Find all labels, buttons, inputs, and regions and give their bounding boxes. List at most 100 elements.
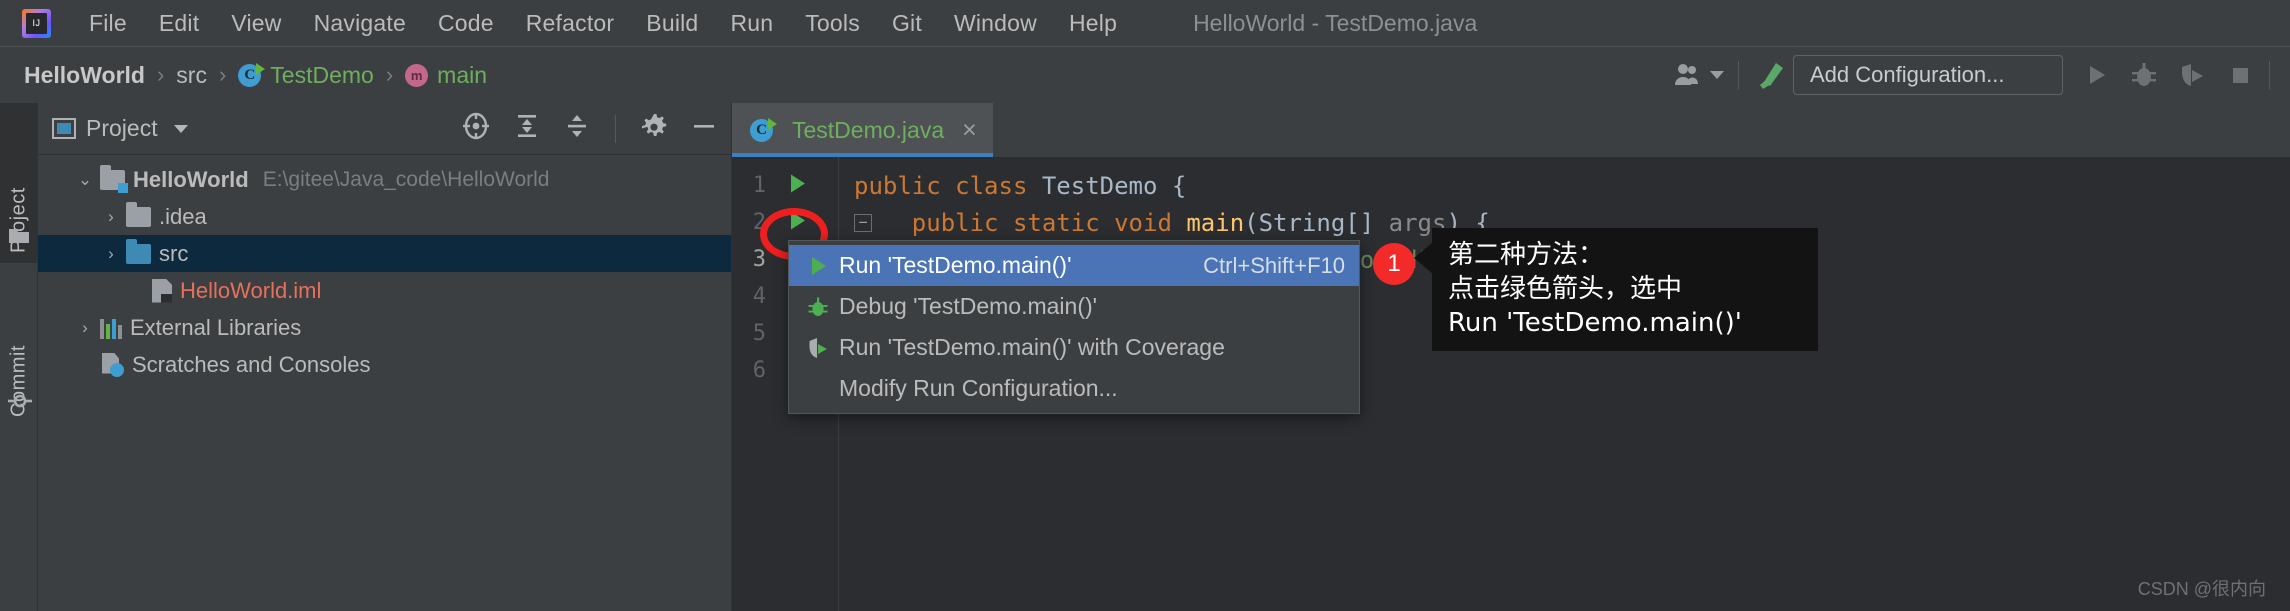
- gutter-line: 1: [732, 167, 840, 204]
- menu-git[interactable]: Git: [876, 8, 938, 39]
- menu-refactor[interactable]: Refactor: [510, 8, 631, 39]
- menu-file[interactable]: File: [73, 8, 143, 39]
- menu-navigate[interactable]: Navigate: [298, 8, 422, 39]
- menu-view[interactable]: View: [215, 8, 297, 39]
- debug-icon[interactable]: [2129, 60, 2159, 90]
- menu-build[interactable]: Build: [630, 8, 714, 39]
- tree-row[interactable]: › External Libraries: [38, 309, 732, 346]
- menu-code[interactable]: Code: [422, 8, 510, 39]
- breadcrumb-item-class[interactable]: C TestDemo: [238, 62, 374, 89]
- line-number: 3: [752, 247, 766, 272]
- menu-bar: IJ File Edit View Navigate Code Refactor…: [0, 0, 2290, 46]
- project-panel-title: Project: [86, 115, 158, 141]
- settings-gear-icon[interactable]: [640, 112, 668, 145]
- code-token: public: [854, 171, 956, 200]
- menu-help[interactable]: Help: [1053, 8, 1133, 39]
- menu-run[interactable]: Run: [714, 8, 789, 39]
- chevron-down-icon[interactable]: [173, 124, 188, 133]
- tree-item-label: External Libraries: [130, 314, 302, 340]
- run-arrow-glyph: [791, 174, 805, 192]
- close-icon[interactable]: ×: [962, 117, 977, 143]
- tree-item-label: HelloWorld.iml: [180, 277, 322, 303]
- tree-row[interactable]: › .idea: [38, 198, 732, 235]
- folder-glyph: [9, 229, 29, 243]
- code-line: public class TestDemo {: [840, 167, 2290, 204]
- stop-icon[interactable]: [2225, 60, 2255, 90]
- chevron-right-icon[interactable]: ›: [74, 317, 96, 339]
- chevron-right-icon[interactable]: ›: [100, 206, 122, 228]
- editor-tab-strip: C TestDemo.java ×: [732, 103, 2290, 157]
- expand-all-glyph: [518, 115, 536, 137]
- menu-window[interactable]: Window: [938, 8, 1053, 39]
- menu-tools[interactable]: Tools: [789, 8, 876, 39]
- left-tool-rail: Project Commit: [0, 103, 38, 611]
- add-configuration-label: Add Configuration...: [1810, 62, 2005, 87]
- run-gutter-icon[interactable]: [784, 207, 810, 238]
- bug-glyph: [808, 297, 828, 316]
- folder-icon: [126, 201, 151, 227]
- context-menu-item-coverage[interactable]: Run 'TestDemo.main()' with Coverage: [789, 327, 1359, 368]
- watermark: CSDN @很内向: [2137, 579, 2266, 599]
- add-configuration-button[interactable]: Add Configuration...: [1793, 55, 2063, 95]
- editor-tab-testdemo[interactable]: C TestDemo.java ×: [732, 103, 993, 157]
- menu-edit[interactable]: Edit: [143, 8, 215, 39]
- source-folder-icon: [126, 238, 151, 264]
- line-number: 4: [752, 284, 766, 309]
- scratch-clock: [110, 362, 124, 377]
- project-tool-window: Project ⌄ HelloWorld E:\gitee\Java_code\…: [38, 103, 732, 611]
- code-token: {: [1171, 171, 1187, 200]
- class-icon: C: [238, 62, 266, 87]
- window-title: HelloWorld - TestDemo.java: [1193, 9, 1478, 36]
- annotation-line-2: 点击绿色箭头，选中: [1448, 274, 1683, 304]
- run-icon: [803, 254, 833, 278]
- hide-panel-icon[interactable]: [690, 112, 718, 145]
- iml-file-icon: [152, 278, 172, 303]
- breadcrumb-item-src[interactable]: src: [176, 62, 207, 89]
- collapse-all-icon[interactable]: [563, 112, 591, 145]
- tree-item-label: HelloWorld: [133, 166, 249, 192]
- java-class-icon: C: [750, 117, 777, 142]
- fold-collapse-icon[interactable]: −: [854, 213, 872, 232]
- annotation-callout: 第二种方法： 点击绿色箭头，选中 Run 'TestDemo.main()': [1414, 228, 1818, 351]
- run-gutter-icon[interactable]: [784, 170, 810, 201]
- context-menu-item-debug[interactable]: Debug 'TestDemo.main()': [789, 286, 1359, 327]
- scratches-icon: [100, 352, 124, 377]
- tree-row[interactable]: ⌄ HelloWorld E:\gitee\Java_code\HelloWor…: [38, 161, 732, 198]
- tree-row[interactable]: › src: [38, 235, 732, 272]
- gutter-line: 2: [732, 204, 840, 241]
- select-opened-file-icon[interactable]: [461, 111, 491, 146]
- coverage-glyph: [2182, 64, 2203, 86]
- toolbar-divider: [1738, 61, 1739, 89]
- run-glyph: [2090, 66, 2105, 84]
- gear-glyph: [642, 114, 667, 136]
- run-icon[interactable]: [2081, 60, 2111, 90]
- navigation-bar: HelloWorld › src › C TestDemo › m main A…: [0, 46, 2290, 103]
- expand-all-icon[interactable]: [513, 112, 541, 145]
- line-number: 2: [752, 210, 766, 235]
- tree-row[interactable]: Scratches and Consoles: [38, 346, 732, 383]
- context-menu-item-run[interactable]: Run 'TestDemo.main()' Ctrl+Shift+F10: [789, 245, 1359, 286]
- commit-glyph: [8, 394, 32, 408]
- tree-row[interactable]: HelloWorld.iml: [38, 272, 732, 309]
- breadcrumb: HelloWorld › src › C TestDemo › m main: [24, 62, 487, 89]
- module-folder-icon: [100, 164, 128, 193]
- run-with-coverage-icon[interactable]: [2177, 60, 2207, 90]
- breadcrumb-separator: ›: [385, 62, 394, 87]
- context-menu-item-modify-config[interactable]: Modify Run Configuration...: [789, 368, 1359, 409]
- user-settings-icon[interactable]: [1674, 62, 1724, 88]
- breadcrumb-item-method[interactable]: m main: [405, 62, 487, 89]
- breadcrumb-item-method-label: main: [437, 61, 488, 88]
- tree-item-label: src: [159, 240, 189, 266]
- build-hammer-icon[interactable]: [1753, 58, 1787, 92]
- breadcrumb-item-project[interactable]: HelloWorld: [24, 62, 145, 89]
- coverage-glyph: [809, 337, 827, 358]
- chevron-down-icon[interactable]: ⌄: [74, 169, 96, 191]
- project-tree: ⌄ HelloWorld E:\gitee\Java_code\HelloWor…: [38, 155, 732, 383]
- commit-icon: [8, 391, 32, 413]
- annotation-line-3: Run 'TestDemo.main()': [1448, 308, 1742, 338]
- chevron-right-icon[interactable]: ›: [100, 243, 122, 265]
- code-token: public: [911, 208, 1013, 237]
- intellij-idea-window: IJ File Edit View Navigate Code Refactor…: [0, 0, 2290, 611]
- project-panel-actions: [461, 111, 718, 146]
